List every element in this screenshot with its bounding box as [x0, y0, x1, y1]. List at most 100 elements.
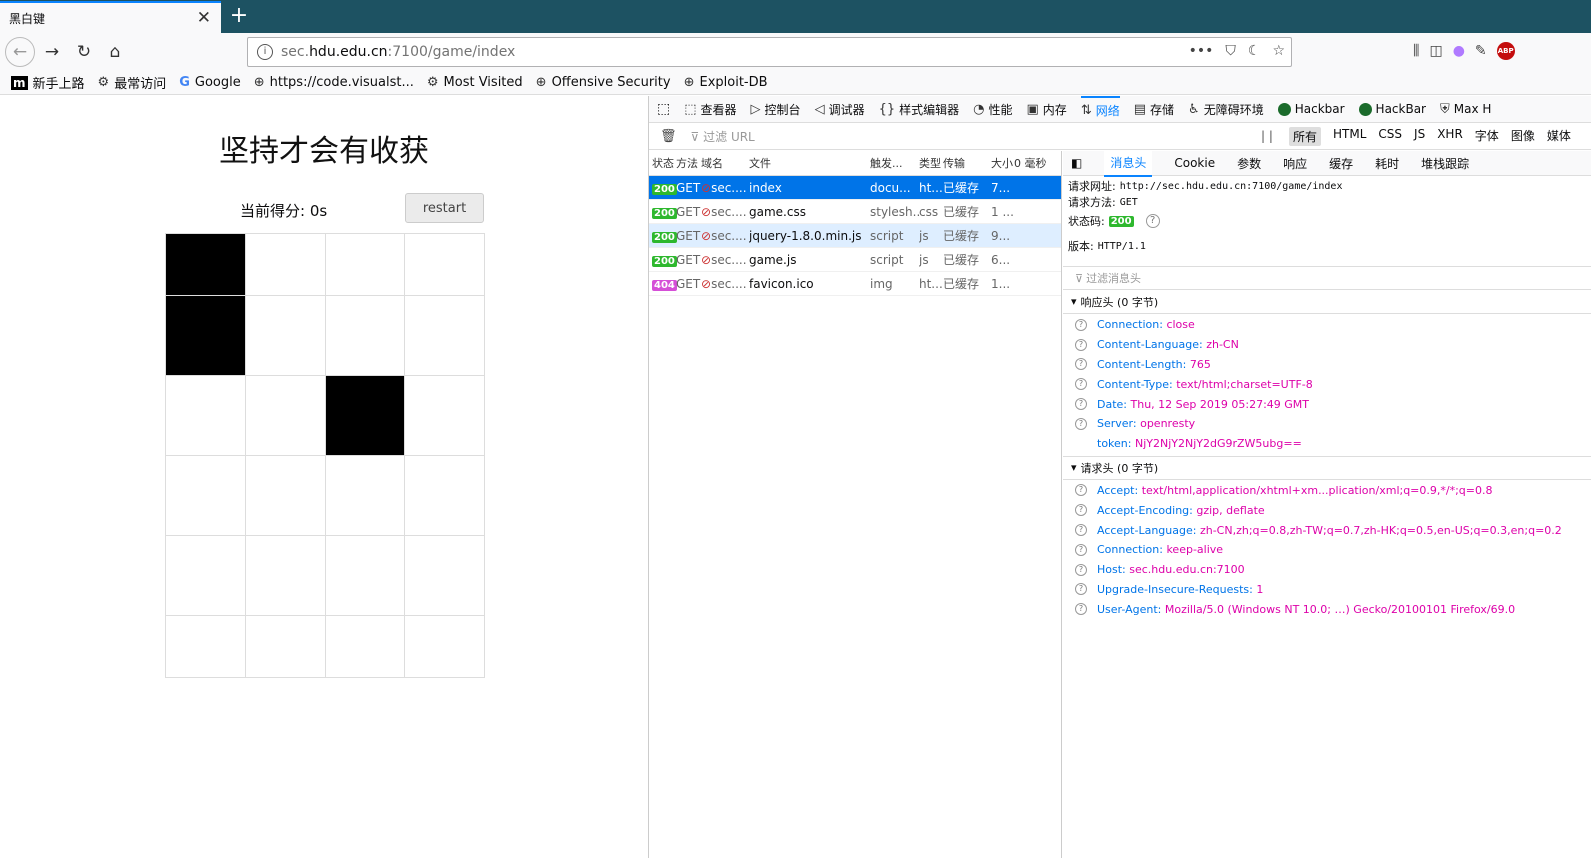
- bookmark-item[interactable]: ⊕ https://code.visualst...: [254, 75, 414, 90]
- type-filter-button[interactable]: 字体: [1475, 127, 1499, 146]
- white-tile[interactable]: [166, 376, 246, 456]
- type-filter-button[interactable]: 图像: [1511, 127, 1535, 146]
- trash-icon[interactable]: 🗑: [660, 129, 677, 144]
- url-bar[interactable]: i sec.hdu.edu.cn:7100/game/index ••• ⛉ ☾…: [247, 37, 1292, 67]
- bookmark-item[interactable]: ⚙ Most Visited: [427, 75, 523, 90]
- white-tile[interactable]: [405, 376, 485, 456]
- type-filter-button[interactable]: HTML: [1333, 127, 1366, 146]
- bookmark-item[interactable]: G Google: [179, 75, 241, 90]
- detail-tab[interactable]: 耗时: [1375, 155, 1399, 172]
- devtools-tab[interactable]: ▣ 内存: [1027, 96, 1067, 122]
- detail-tab[interactable]: 堆栈跟踪: [1421, 155, 1469, 172]
- devtools-tab[interactable]: ⛨ Max H: [1440, 96, 1491, 122]
- white-tile[interactable]: [245, 616, 326, 678]
- home-button[interactable]: ⌂: [101, 38, 129, 66]
- white-tile[interactable]: [325, 296, 406, 376]
- page-actions-icon[interactable]: •••: [1189, 43, 1214, 59]
- white-tile[interactable]: [405, 296, 485, 376]
- bookmark-item[interactable]: ⊕ Offensive Security: [536, 75, 671, 90]
- white-tile[interactable]: [405, 234, 485, 296]
- header-row[interactable]: ? Accept-Language: zh-CN,zh;q=0.8,zh-TW;q…: [1063, 520, 1591, 540]
- help-icon[interactable]: ?: [1075, 378, 1087, 391]
- moon-icon[interactable]: ☾: [1248, 43, 1261, 59]
- white-tile[interactable]: [166, 536, 246, 616]
- response-headers-toggle[interactable]: ▾ 响应头 (0 字节): [1063, 290, 1591, 314]
- forward-button[interactable]: →: [38, 38, 66, 66]
- extension-icon[interactable]: ●: [1453, 43, 1465, 59]
- black-tile[interactable]: [166, 296, 246, 376]
- close-tab-icon[interactable]: ✕: [197, 8, 211, 28]
- header-row[interactable]: ? Accept: text/html,application/xhtml+xm.…: [1063, 481, 1591, 501]
- devtools-tab[interactable]: ⬚ 查看器: [684, 96, 736, 122]
- header-row[interactable]: ? Content-Language: zh-CN: [1063, 335, 1591, 355]
- request-row[interactable]: 200 GET ⊘sec.... game.js script js 已缓存 6...: [649, 248, 1061, 272]
- browser-tab[interactable]: 黑白键 ✕: [0, 1, 221, 33]
- detail-tab[interactable]: 消息头: [1104, 149, 1153, 177]
- devtools-tab[interactable]: HackBar: [1358, 96, 1426, 122]
- bookmark-item[interactable]: ⊕ Exploit-DB: [684, 75, 768, 90]
- help-icon[interactable]: ?: [1075, 318, 1087, 331]
- back-button[interactable]: ←: [5, 37, 35, 67]
- help-icon[interactable]: ?: [1075, 358, 1087, 371]
- help-icon[interactable]: ?: [1075, 543, 1087, 556]
- devtools-tab[interactable]: ◔ 性能: [973, 96, 1012, 122]
- detail-tab[interactable]: 缓存: [1329, 155, 1353, 172]
- header-row[interactable]: ? Connection: close: [1063, 315, 1591, 335]
- request-row[interactable]: 200 GET ⊘sec.... jquery-1.8.0.min.js script j…: [649, 224, 1061, 248]
- sidebar-icon[interactable]: ◫: [1429, 43, 1442, 59]
- column-header[interactable]: 状态: [649, 155, 676, 171]
- header-row[interactable]: ? Date: Thu, 12 Sep 2019 05:27:49 GMT: [1063, 394, 1591, 414]
- help-icon[interactable]: ?: [1075, 398, 1087, 411]
- type-filter-button[interactable]: CSS: [1378, 127, 1402, 146]
- devtools-tab[interactable]: ▷ 控制台: [751, 96, 801, 122]
- header-row[interactable]: ? User-Agent: Mozilla/5.0 (Windows NT 10.…: [1063, 599, 1591, 619]
- filter-url-input[interactable]: ⊽ 过滤 URL: [691, 128, 755, 145]
- header-row[interactable]: ? Connection: keep-alive: [1063, 540, 1591, 560]
- type-filter-button[interactable]: JS: [1414, 127, 1425, 146]
- help-icon[interactable]: ?: [1075, 338, 1087, 351]
- column-header[interactable]: 传输: [943, 155, 991, 171]
- header-row[interactable]: ? Host: sec.hdu.edu.cn:7100: [1063, 560, 1591, 580]
- devtools-tab[interactable]: Hackbar: [1277, 96, 1345, 122]
- black-tile[interactable]: [166, 234, 246, 296]
- type-filter-button[interactable]: 媒体: [1547, 127, 1571, 146]
- header-row[interactable]: ? Accept-Encoding: gzip, deflate: [1063, 500, 1591, 520]
- column-header[interactable]: 大小: [991, 155, 1014, 171]
- white-tile[interactable]: [325, 536, 406, 616]
- white-tile[interactable]: [325, 616, 406, 678]
- white-tile[interactable]: [245, 456, 326, 536]
- devtools-tab[interactable]: ▤ 存储: [1134, 96, 1174, 122]
- type-filter-button[interactable]: XHR: [1437, 127, 1463, 146]
- column-header[interactable]: 0 毫秒: [1014, 155, 1052, 171]
- request-headers-toggle[interactable]: ▾ 请求头 (0 字节): [1063, 455, 1591, 480]
- column-header[interactable]: 触发...: [870, 155, 919, 171]
- white-tile[interactable]: [245, 296, 326, 376]
- wappalyzer-icon[interactable]: ✎: [1475, 43, 1487, 59]
- type-filter-button[interactable]: 所有: [1289, 127, 1322, 146]
- detail-tab[interactable]: 响应: [1283, 155, 1307, 172]
- white-tile[interactable]: [405, 536, 485, 616]
- bookmark-star-icon[interactable]: ☆: [1272, 43, 1285, 59]
- white-tile[interactable]: [325, 234, 406, 296]
- devtools-tab[interactable]: ♿ 无障碍环境: [1188, 96, 1264, 122]
- column-header[interactable]: 类型: [919, 155, 943, 171]
- help-icon[interactable]: ?: [1075, 524, 1087, 537]
- white-tile[interactable]: [166, 616, 246, 678]
- devtools-tab[interactable]: ◁ 调试器: [815, 96, 865, 122]
- header-row[interactable]: ? Server: openresty: [1063, 414, 1591, 434]
- help-icon[interactable]: ?: [1075, 563, 1087, 576]
- new-tab-button[interactable]: +: [229, 3, 249, 28]
- white-tile[interactable]: [405, 616, 485, 678]
- header-row[interactable]: ? Content-Length: 765: [1063, 355, 1591, 375]
- bookmark-item[interactable]: m 新手上路: [11, 73, 85, 92]
- column-header[interactable]: 文件: [749, 155, 870, 171]
- toggle-panel-icon[interactable]: ◧: [1071, 156, 1082, 170]
- header-row[interactable]: ? Upgrade-Insecure-Requests: 1: [1063, 580, 1591, 600]
- info-icon[interactable]: i: [257, 44, 273, 60]
- bookmark-item[interactable]: ⚙ 最常访问: [98, 73, 167, 92]
- black-tile[interactable]: [325, 376, 406, 456]
- detail-tab[interactable]: 参数: [1237, 155, 1261, 172]
- column-header[interactable]: 方法: [676, 155, 701, 171]
- adblock-icon[interactable]: ABP: [1496, 42, 1515, 60]
- request-row[interactable]: 200 GET ⊘sec.... index docu... ht... 已缓存 7...: [649, 176, 1061, 200]
